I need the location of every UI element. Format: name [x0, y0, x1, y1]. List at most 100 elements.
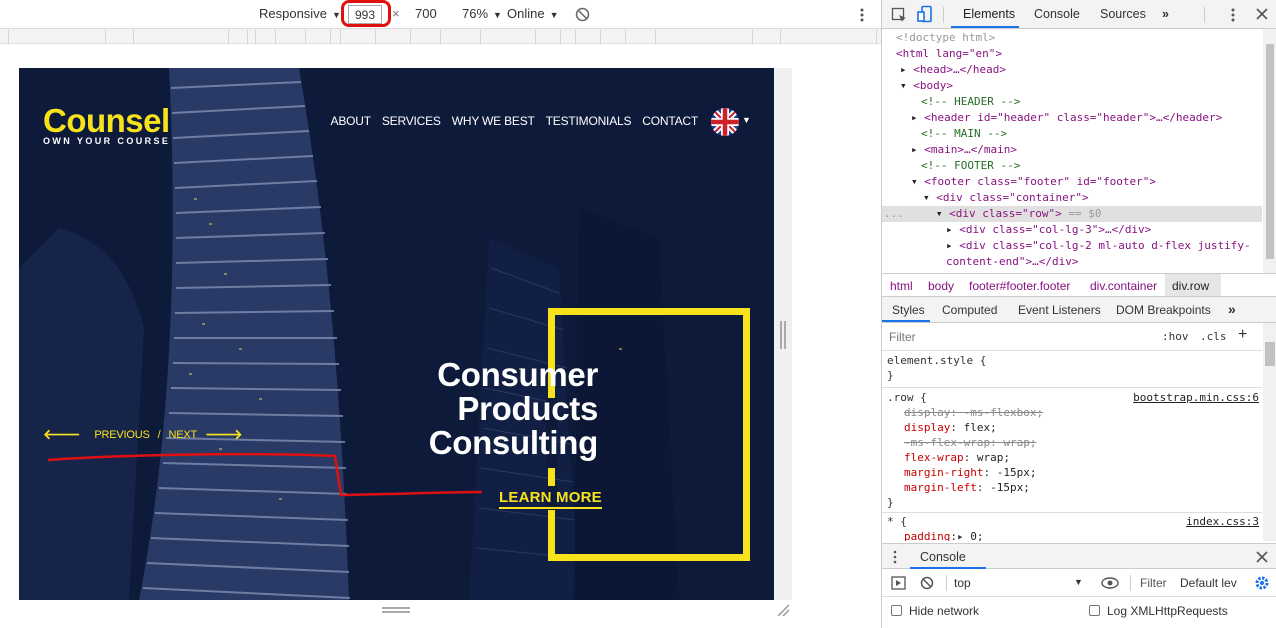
- caret-down-icon[interactable]: ▼: [1074, 577, 1083, 587]
- resize-corner-icon[interactable]: [776, 604, 790, 616]
- website-preview: Counsel OWN YOUR COURSE ABOUT SERVICES W…: [19, 68, 774, 600]
- more-tabs-icon[interactable]: »: [1162, 7, 1169, 21]
- dom-node[interactable]: ▸ <head>…</head>: [882, 62, 1262, 78]
- dom-node-text: <header id="header" class="header">…</he…: [924, 111, 1223, 124]
- nav-testimonials[interactable]: TESTIMONIALS: [546, 114, 632, 128]
- resize-handle-bottom[interactable]: [382, 607, 410, 613]
- dom-node[interactable]: <!-- MAIN -->: [882, 126, 1262, 142]
- nav-why-we-best[interactable]: WHY WE BEST: [452, 114, 535, 128]
- dom-node[interactable]: content-end">…</div>: [882, 254, 1262, 270]
- close-devtools-icon[interactable]: [1256, 8, 1268, 20]
- dom-node-text: <!-- MAIN -->: [921, 127, 1008, 140]
- drawer-tab-console[interactable]: Console: [920, 550, 966, 564]
- more-options-icon[interactable]: [859, 7, 865, 23]
- media-query-bar[interactable]: [0, 29, 881, 44]
- css-prop-value: wrap;: [1003, 436, 1037, 449]
- css-prop[interactable]: flex-wrap: wrap;: [904, 450, 1010, 465]
- dom-node-text: <html lang="en">: [896, 47, 1002, 60]
- breadcrumb-item[interactable]: div.container: [1090, 279, 1157, 293]
- next-link[interactable]: NEXT: [168, 429, 197, 441]
- dom-node-selected[interactable]: ... ▾ <div class="row"> == $0: [882, 206, 1262, 222]
- more-tabs-icon[interactable]: »: [1228, 301, 1236, 317]
- star-selector[interactable]: * {: [887, 514, 907, 529]
- styles-scroll-thumb[interactable]: [1265, 342, 1275, 366]
- dom-node[interactable]: ▾ <footer class="footer" id="footer">: [882, 174, 1262, 190]
- hide-network-checkbox[interactable]: [891, 605, 902, 616]
- dom-node-text: <footer class="footer" id="footer">: [924, 175, 1157, 188]
- tab-computed[interactable]: Computed: [942, 303, 997, 317]
- star-source-link[interactable]: index.css:3: [1186, 514, 1259, 529]
- css-prop[interactable]: margin-left: -15px;: [904, 480, 1030, 495]
- row-selector[interactable]: .row {: [887, 390, 927, 405]
- height-input[interactable]: 700: [415, 6, 437, 21]
- breadcrumb-item[interactable]: html: [890, 279, 913, 293]
- css-prop[interactable]: display: -ms-flexbox;: [904, 405, 1043, 420]
- network-throttle-select[interactable]: Online ▼: [507, 6, 559, 21]
- log-xhr-checkbox[interactable]: [1089, 605, 1100, 616]
- css-prop[interactable]: padding:▸ 0;: [904, 529, 983, 541]
- arrow-left-icon[interactable]: 🡐: [43, 426, 81, 443]
- css-prop-value: 0;: [970, 530, 984, 541]
- console-settings-gear-icon[interactable]: [1254, 575, 1270, 591]
- dom-node[interactable]: ▸ <div class="col-lg-2 ml-auto d-flex ju…: [882, 238, 1262, 254]
- hover-state-toggle[interactable]: :hov: [1162, 330, 1189, 343]
- arrow-right-icon[interactable]: 🡒: [205, 426, 243, 443]
- close-drawer-icon[interactable]: [1256, 551, 1268, 563]
- uk-flag-icon[interactable]: [711, 108, 739, 136]
- previous-link[interactable]: PREVIOUS: [94, 429, 149, 441]
- clear-console-icon[interactable]: [920, 576, 934, 590]
- dom-scroll-thumb[interactable]: [1266, 44, 1274, 259]
- breadcrumb-item[interactable]: footer#footer.footer: [969, 279, 1070, 293]
- new-rule-button[interactable]: +: [1238, 326, 1247, 344]
- dom-node[interactable]: <!-- FOOTER -->: [882, 158, 1262, 174]
- nav-about[interactable]: ABOUT: [331, 114, 372, 128]
- log-levels-select[interactable]: Default lev: [1180, 576, 1237, 590]
- device-mode-select[interactable]: Responsive ▼: [259, 6, 341, 21]
- styles-filter-input[interactable]: Filter: [884, 327, 1152, 347]
- devtools-menu-icon[interactable]: [1230, 7, 1236, 23]
- element-style-selector[interactable]: element.style {: [887, 353, 986, 368]
- row-source-link[interactable]: bootstrap.min.css:6: [1133, 390, 1259, 405]
- class-toggle[interactable]: .cls: [1200, 330, 1227, 343]
- rule-close: }: [887, 496, 894, 509]
- drawer-menu-icon[interactable]: [892, 550, 898, 564]
- dom-node[interactable]: ▸ <header id="header" class="header">…</…: [882, 110, 1262, 126]
- tab-styles[interactable]: Styles: [892, 303, 925, 317]
- css-prop-name: padding: [904, 530, 951, 541]
- dom-node[interactable]: <html lang="en">: [882, 46, 1262, 62]
- context-select[interactable]: top: [954, 576, 971, 590]
- dom-node[interactable]: ▾ <body>: [882, 78, 1262, 94]
- dom-node[interactable]: ▸ <main>…</main>: [882, 142, 1262, 158]
- tab-sources[interactable]: Sources: [1100, 7, 1146, 21]
- css-prop[interactable]: display: flex;: [904, 420, 997, 435]
- learn-more-link[interactable]: LEARN MORE: [499, 489, 602, 509]
- tab-console[interactable]: Console: [1034, 7, 1080, 21]
- tab-event-listeners[interactable]: Event Listeners: [1018, 303, 1101, 317]
- breadcrumb-item-current[interactable]: div.row: [1172, 279, 1209, 293]
- zoom-select[interactable]: 76% ▼: [462, 6, 502, 21]
- inspect-element-icon[interactable]: [891, 7, 907, 23]
- nav-services[interactable]: SERVICES: [382, 114, 441, 128]
- dom-node[interactable]: <!-- HEADER -->: [882, 94, 1262, 110]
- site-logo[interactable]: Counsel: [43, 102, 170, 140]
- rotate-icon[interactable]: [575, 7, 590, 22]
- tab-dom-breakpoints[interactable]: DOM Breakpoints: [1116, 303, 1211, 317]
- breadcrumb-item[interactable]: body: [928, 279, 954, 293]
- css-prop[interactable]: -ms-flex-wrap: wrap;: [904, 435, 1036, 450]
- language-caret-icon[interactable]: ▼: [742, 115, 751, 125]
- css-rules[interactable]: element.style { } .row { bootstrap.min.c…: [882, 351, 1262, 541]
- dom-node[interactable]: ▸ <div class="col-lg-3">…</div>: [882, 222, 1262, 238]
- eye-icon[interactable]: [1101, 577, 1119, 589]
- css-prop-name: display: [904, 406, 951, 419]
- nav-contact[interactable]: CONTACT: [642, 114, 698, 128]
- sidebar-toggle-icon[interactable]: [891, 576, 906, 590]
- dom-tree[interactable]: <!doctype html> <html lang="en"> ▸ <head…: [882, 29, 1262, 273]
- console-filter-input[interactable]: Filter: [1140, 576, 1167, 590]
- dom-node[interactable]: ▾ <div class="container">: [882, 190, 1262, 206]
- device-toggle-icon[interactable]: [917, 5, 933, 23]
- css-prop[interactable]: margin-right: -15px;: [904, 465, 1036, 480]
- tab-elements[interactable]: Elements: [963, 7, 1015, 21]
- dom-node[interactable]: <!doctype html>: [882, 30, 1262, 46]
- device-viewport-area: Responsive ▼ 993 × 700 76% ▼ Online ▼ Co…: [0, 0, 881, 628]
- resize-handle-right[interactable]: [780, 321, 786, 349]
